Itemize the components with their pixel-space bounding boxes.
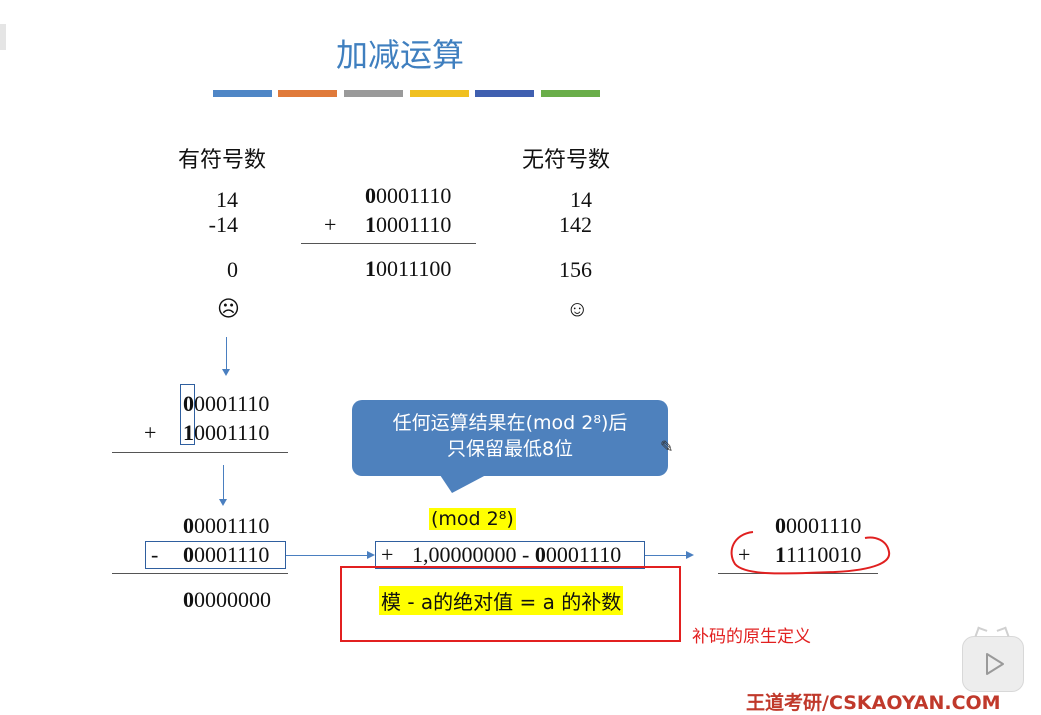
unsigned-b: 142	[559, 212, 592, 237]
binary-top-a: 00001110	[365, 183, 451, 209]
signed-b: -14	[208, 212, 238, 237]
unsigned-a: 14	[570, 187, 592, 212]
arrow-down-1	[226, 337, 227, 370]
play-icon	[986, 653, 1004, 675]
callout-line-2: 只保留最低8位	[446, 438, 574, 460]
binary-low-b-msb: 0	[183, 542, 194, 567]
callout-line-1: 任何运算结果在(mod 2⁸)后	[392, 412, 628, 434]
modulus-expression-rest: 0001110	[545, 542, 622, 567]
binary-top-b-msb: 1	[365, 212, 376, 237]
binary-mid-a: 00001110	[183, 391, 269, 417]
binary-low-result-msb: 0	[183, 587, 194, 612]
arrow-down-2-head	[219, 499, 227, 506]
pencil-icon[interactable]: ✎	[660, 437, 673, 456]
modulus-expression-part1: 1,00000000 -	[412, 542, 535, 567]
arrow-right-1	[286, 555, 368, 556]
binary-low-a-rest: 0001110	[194, 513, 270, 538]
arrow-right-2-head	[686, 551, 694, 559]
red-ink-annotation	[730, 531, 891, 575]
footer-brand: 王道考研/CSKAOYAN.COM	[746, 692, 1001, 714]
binary-mid-a-msb: 0	[183, 391, 194, 416]
binary-low-a-msb: 0	[183, 513, 194, 538]
play-button[interactable]	[962, 636, 1024, 692]
binary-top-a-msb: 0	[365, 183, 376, 208]
accent-bar-1	[213, 90, 272, 97]
binary-low-minus: -	[151, 542, 159, 567]
unsigned-result: 156	[559, 257, 592, 282]
mod-label: (mod 2⁸)	[429, 508, 516, 530]
accent-bar-4	[410, 90, 469, 97]
slide-title: 加减运算	[335, 36, 464, 74]
arrow-right-2	[645, 555, 687, 556]
binary-mid-b: 10001110	[183, 420, 269, 446]
binary-mid-b-rest: 0001110	[194, 420, 270, 445]
binary-low-result-rest: 0000000	[194, 587, 271, 612]
definition-note: 补码的原生定义	[692, 627, 811, 647]
accent-bar-2	[278, 90, 337, 97]
smile-face-icon: ☺	[566, 296, 589, 321]
binary-low-b: 00001110	[183, 542, 269, 568]
binary-top-result-msb: 1	[365, 256, 376, 281]
sad-face-icon: ☹	[217, 296, 240, 321]
arrow-down-1-head	[222, 369, 230, 376]
signed-result: 0	[227, 257, 238, 282]
binary-low-result: 00000000	[183, 587, 271, 613]
binary-low-a: 00001110	[183, 513, 269, 539]
binary-mid-divider	[112, 452, 288, 453]
binary-top-result-rest: 0011100	[376, 256, 452, 281]
callout-bubble: 任何运算结果在(mod 2⁸)后 只保留最低8位	[352, 400, 668, 476]
binary-top-a-rest: 0001110	[376, 183, 452, 208]
binary-top-b-rest: 0001110	[376, 212, 452, 237]
binary-mid-plus: +	[144, 420, 157, 445]
arrow-down-2	[223, 465, 224, 500]
accent-bar-3	[344, 90, 403, 97]
binary-low-b-rest: 0001110	[194, 542, 270, 567]
callout-tail	[440, 475, 486, 493]
formula-text: 模 - a的绝对值 = a 的补数	[379, 586, 624, 615]
accent-bar-6	[541, 90, 600, 97]
binary-top-b: 10001110	[365, 212, 451, 238]
play-button-ears	[972, 626, 1012, 640]
binary-top-divider	[301, 243, 476, 244]
modulus-plus: +	[381, 542, 394, 567]
accent-bar-5	[475, 90, 534, 97]
unsigned-header: 无符号数	[522, 148, 611, 173]
binary-mid-a-rest: 0001110	[194, 391, 270, 416]
modulus-expression: 1,00000000 - 00001110	[412, 542, 621, 568]
binary-top-result: 10011100	[365, 256, 451, 282]
signed-a: 14	[216, 187, 238, 212]
modulus-expression-msb: 0	[534, 542, 546, 567]
arrow-right-1-head	[367, 551, 375, 559]
binary-mid-b-msb: 1	[183, 420, 194, 445]
signed-header: 有符号数	[178, 148, 267, 173]
binary-low-divider	[112, 573, 288, 574]
binary-top-plus: +	[324, 212, 337, 237]
